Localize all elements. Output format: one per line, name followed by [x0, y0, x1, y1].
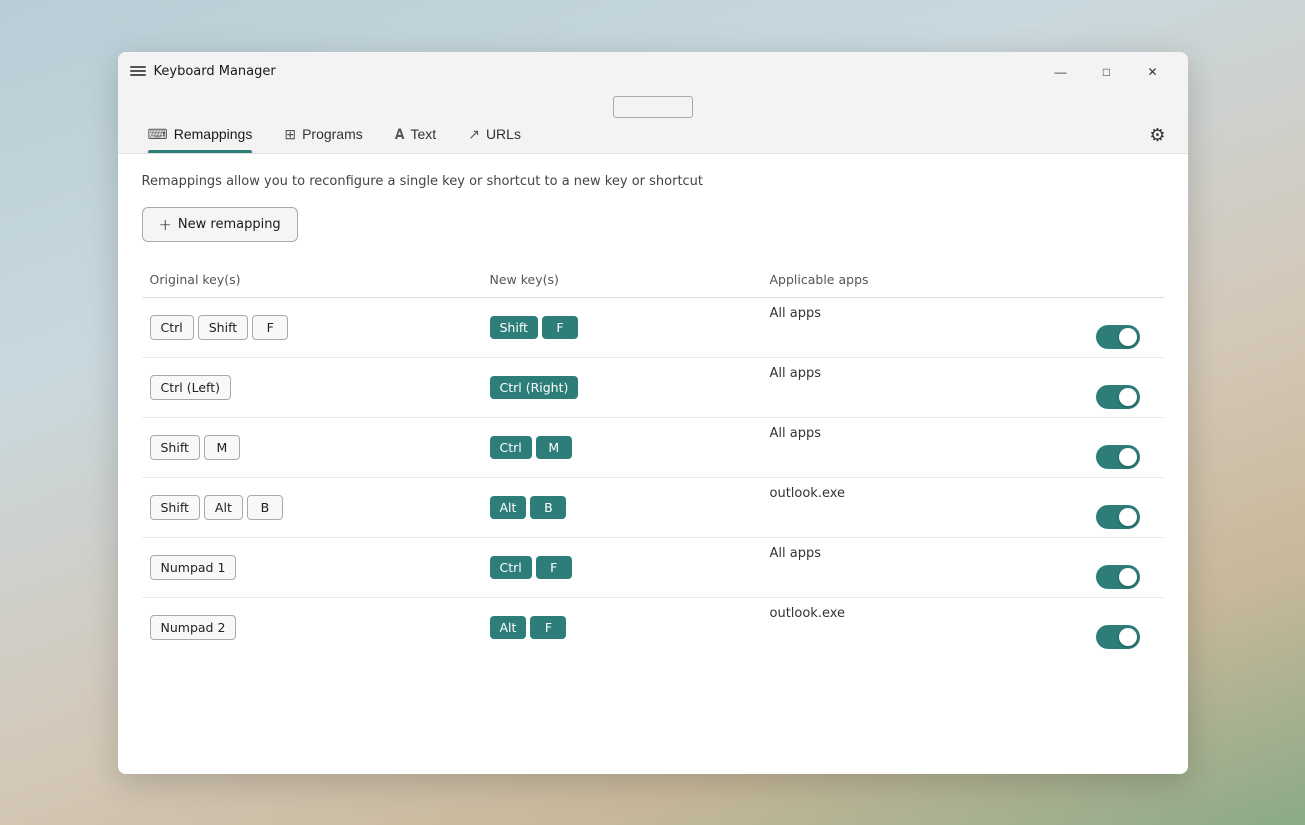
key-badge: Ctrl (Right): [490, 376, 579, 399]
key-badge: Shift: [150, 495, 200, 520]
app-name: All apps: [770, 426, 822, 441]
tab-text[interactable]: 𝐀 Text: [381, 118, 450, 153]
toolbar-area: [118, 92, 1188, 118]
toggle-container: [770, 505, 1156, 529]
app-name: outlook.exe: [770, 486, 846, 501]
header-apps: Applicable apps: [762, 268, 1164, 291]
toggle-container: [770, 625, 1156, 649]
key-badge: Alt: [490, 496, 527, 519]
table-row: Ctrl (Left) Ctrl (Right) All apps: [142, 358, 1164, 418]
new-keys-cell: Ctrl (Right): [482, 368, 762, 407]
app-name: All apps: [770, 546, 822, 561]
tab-text-label: Text: [411, 126, 437, 142]
original-keys-cell: Shift M: [142, 427, 482, 468]
tab-programs[interactable]: ⊞ Programs: [270, 118, 376, 153]
app-name: All apps: [770, 366, 822, 381]
new-keys-cell: Alt F: [482, 608, 762, 647]
key-badge: M: [204, 435, 240, 460]
main-window: Keyboard Manager — □ ✕ ⌨ Remappings ⊞ Pr…: [118, 52, 1188, 774]
key-badge: Ctrl (Left): [150, 375, 232, 400]
new-remapping-button[interactable]: + New remapping: [142, 207, 298, 242]
window-title: Keyboard Manager: [154, 64, 1038, 79]
toggle-switch[interactable]: [1096, 385, 1140, 409]
new-remapping-label: New remapping: [178, 217, 281, 232]
content-area: Remappings allow you to reconfigure a si…: [118, 154, 1188, 774]
tab-remappings[interactable]: ⌨ Remappings: [134, 118, 267, 153]
toggle-switch[interactable]: [1096, 445, 1140, 469]
table-row: Shift Alt B Alt B outlook.exe: [142, 478, 1164, 538]
toggle-switch[interactable]: [1096, 625, 1140, 649]
original-keys-cell: Numpad 2: [142, 607, 482, 648]
header-new: New key(s): [482, 268, 762, 291]
toggle-container: [770, 445, 1156, 469]
remappings-icon: ⌨: [148, 126, 168, 143]
app-cell: All apps: [762, 418, 1164, 477]
original-keys-cell: Ctrl Shift F: [142, 307, 482, 348]
table-row: Ctrl Shift F Shift F All apps: [142, 298, 1164, 358]
toolbar-pill: [613, 96, 693, 118]
key-badge: Numpad 2: [150, 615, 237, 640]
plus-icon: +: [159, 215, 172, 234]
key-badge: Shift: [150, 435, 200, 460]
key-badge: Numpad 1: [150, 555, 237, 580]
title-bar: Keyboard Manager — □ ✕: [118, 52, 1188, 92]
key-badge: Ctrl: [490, 436, 532, 459]
app-name: All apps: [770, 306, 822, 321]
toggle-switch[interactable]: [1096, 565, 1140, 589]
app-cell: All apps: [762, 298, 1164, 357]
toggle-switch[interactable]: [1096, 505, 1140, 529]
new-keys-cell: Alt B: [482, 488, 762, 527]
original-keys-cell: Numpad 1: [142, 547, 482, 588]
tab-programs-label: Programs: [302, 126, 363, 142]
urls-icon: ↗: [468, 126, 480, 143]
key-badge: Alt: [490, 616, 527, 639]
tab-remappings-label: Remappings: [174, 126, 253, 142]
table-row: Numpad 1 Ctrl F All apps: [142, 538, 1164, 598]
original-keys-cell: Ctrl (Left): [142, 367, 482, 408]
app-cell: outlook.exe: [762, 598, 1164, 657]
app-icon: [130, 66, 146, 78]
toggle-container: [770, 325, 1156, 349]
toggle-switch[interactable]: [1096, 325, 1140, 349]
key-badge: Ctrl: [490, 556, 532, 579]
tab-urls[interactable]: ↗ URLs: [454, 118, 535, 153]
nav-tabs: ⌨ Remappings ⊞ Programs 𝐀 Text ↗ URLs ⚙: [118, 118, 1188, 154]
app-cell: outlook.exe: [762, 478, 1164, 537]
key-badge: F: [252, 315, 288, 340]
settings-button[interactable]: ⚙: [1143, 119, 1171, 152]
key-badge: Shift: [490, 316, 538, 339]
table-header: Original key(s) New key(s) Applicable ap…: [142, 262, 1164, 298]
toggle-container: [770, 385, 1156, 409]
new-keys-cell: Ctrl M: [482, 428, 762, 467]
key-badge: Ctrl: [150, 315, 194, 340]
app-name: outlook.exe: [770, 606, 846, 621]
new-keys-cell: Shift F: [482, 308, 762, 347]
maximize-button[interactable]: □: [1084, 56, 1130, 88]
key-badge: M: [536, 436, 572, 459]
app-cell: All apps: [762, 538, 1164, 597]
programs-icon: ⊞: [284, 126, 296, 143]
description-text: Remappings allow you to reconfigure a si…: [142, 174, 1164, 189]
key-badge: Shift: [198, 315, 248, 340]
header-original: Original key(s): [142, 268, 482, 291]
table-row: Numpad 2 Alt F outlook.exe: [142, 598, 1164, 657]
tab-urls-label: URLs: [486, 126, 521, 142]
key-badge: B: [530, 496, 566, 519]
close-button[interactable]: ✕: [1130, 56, 1176, 88]
key-badge: F: [536, 556, 572, 579]
new-keys-cell: Ctrl F: [482, 548, 762, 587]
original-keys-cell: Shift Alt B: [142, 487, 482, 528]
window-controls: — □ ✕: [1038, 56, 1176, 88]
key-badge: Alt: [204, 495, 243, 520]
minimize-button[interactable]: —: [1038, 56, 1084, 88]
key-badge: F: [542, 316, 578, 339]
text-icon: 𝐀: [395, 126, 405, 143]
key-badge: B: [247, 495, 283, 520]
app-cell: All apps: [762, 358, 1164, 417]
key-badge: F: [530, 616, 566, 639]
table-row: Shift M Ctrl M All apps: [142, 418, 1164, 478]
toggle-container: [770, 565, 1156, 589]
